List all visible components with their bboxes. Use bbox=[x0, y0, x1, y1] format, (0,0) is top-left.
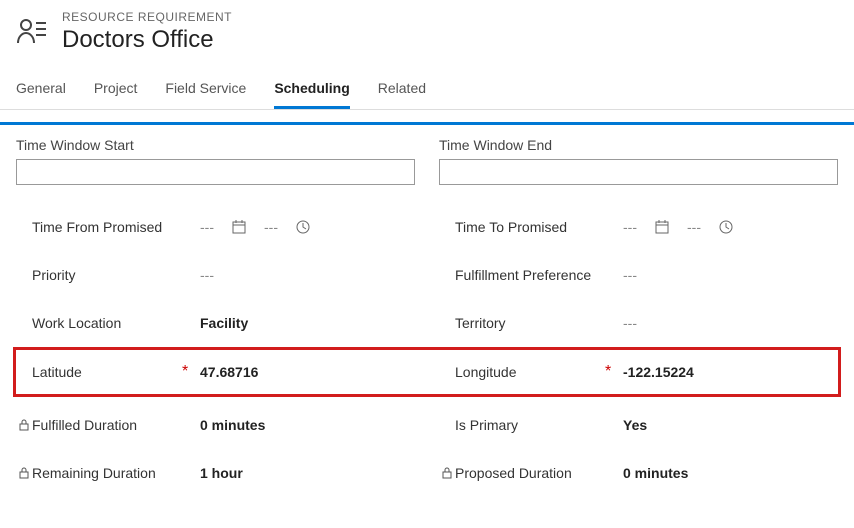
row-remaining-duration: Remaining Duration 1 hour bbox=[16, 449, 415, 497]
fulfillment-preference-value[interactable]: --- bbox=[623, 267, 838, 283]
longitude-label: Longitude bbox=[455, 364, 605, 380]
form-left-column: Time Window Start Time From Promised ---… bbox=[16, 137, 415, 347]
is-primary-value[interactable]: Yes bbox=[623, 417, 838, 433]
page-title: Doctors Office bbox=[62, 26, 232, 54]
row-time-to-promised: Time To Promised --- --- bbox=[439, 203, 838, 251]
calendar-icon[interactable] bbox=[232, 220, 246, 234]
priority-value[interactable]: --- bbox=[200, 267, 415, 283]
time-window-end-label: Time Window End bbox=[439, 137, 838, 153]
clock-icon[interactable] bbox=[719, 220, 733, 234]
tab-bar: General Project Field Service Scheduling… bbox=[0, 70, 854, 110]
row-territory: Territory --- bbox=[439, 299, 838, 347]
calendar-icon[interactable] bbox=[655, 220, 669, 234]
resource-requirement-icon bbox=[16, 15, 48, 50]
row-priority: Priority --- bbox=[16, 251, 415, 299]
time-window-start-label: Time Window Start bbox=[16, 137, 415, 153]
latitude-value[interactable]: 47.68716 bbox=[200, 364, 415, 380]
fulfilled-duration-value: 0 minutes bbox=[200, 417, 415, 433]
remaining-duration-value: 1 hour bbox=[200, 465, 415, 481]
scheduling-form: Time Window Start Time From Promised ---… bbox=[0, 125, 854, 371]
row-longitude: Longitude * -122.15224 bbox=[439, 350, 838, 394]
time-to-promised-label: Time To Promised bbox=[455, 219, 605, 235]
clock-icon[interactable] bbox=[296, 220, 310, 234]
row-fulfillment-preference: Fulfillment Preference --- bbox=[439, 251, 838, 299]
row-is-primary: Is Primary Yes bbox=[439, 401, 838, 449]
row-proposed-duration: Proposed Duration 0 minutes bbox=[439, 449, 838, 497]
row-time-from-promised: Time From Promised --- --- bbox=[16, 203, 415, 251]
time-window-end-input[interactable] bbox=[439, 159, 838, 185]
entity-type-label: RESOURCE REQUIREMENT bbox=[62, 10, 232, 24]
proposed-duration-value: 0 minutes bbox=[623, 465, 838, 481]
time-to-promised-value[interactable]: --- --- bbox=[623, 219, 838, 235]
required-marker: * bbox=[605, 363, 623, 381]
required-marker: * bbox=[182, 363, 200, 381]
latitude-label: Latitude bbox=[32, 364, 182, 380]
time-from-promised-value[interactable]: --- --- bbox=[200, 219, 415, 235]
lat-long-highlight: Latitude * 47.68716 Longitude * -122.152… bbox=[13, 347, 841, 397]
lock-icon bbox=[16, 419, 32, 431]
remaining-duration-label: Remaining Duration bbox=[32, 465, 182, 481]
longitude-value[interactable]: -122.15224 bbox=[623, 364, 838, 380]
form-right-column: Time Window End Time To Promised --- --- bbox=[439, 137, 838, 347]
work-location-value[interactable]: Facility bbox=[200, 315, 415, 331]
row-work-location: Work Location Facility bbox=[16, 299, 415, 347]
lock-icon bbox=[439, 467, 455, 479]
time-from-promised-label: Time From Promised bbox=[32, 219, 182, 235]
is-primary-label: Is Primary bbox=[455, 417, 605, 433]
fulfilled-duration-label: Fulfilled Duration bbox=[32, 417, 182, 433]
proposed-duration-label: Proposed Duration bbox=[455, 465, 605, 481]
lock-icon bbox=[16, 467, 32, 479]
tab-scheduling[interactable]: Scheduling bbox=[274, 70, 349, 109]
territory-value[interactable]: --- bbox=[623, 315, 838, 331]
row-latitude: Latitude * 47.68716 bbox=[16, 350, 415, 394]
tab-related[interactable]: Related bbox=[378, 70, 426, 109]
row-fulfilled-duration: Fulfilled Duration 0 minutes bbox=[16, 401, 415, 449]
fulfillment-preference-label: Fulfillment Preference bbox=[455, 267, 605, 283]
form-bottom: Fulfilled Duration 0 minutes Remaining D… bbox=[0, 397, 854, 521]
priority-label: Priority bbox=[32, 267, 182, 283]
tab-field-service[interactable]: Field Service bbox=[165, 70, 246, 109]
page-header: RESOURCE REQUIREMENT Doctors Office bbox=[0, 0, 854, 70]
tab-general[interactable]: General bbox=[16, 70, 66, 109]
time-window-start-input[interactable] bbox=[16, 159, 415, 185]
tab-project[interactable]: Project bbox=[94, 70, 138, 109]
work-location-label: Work Location bbox=[32, 315, 182, 331]
territory-label: Territory bbox=[455, 315, 605, 331]
